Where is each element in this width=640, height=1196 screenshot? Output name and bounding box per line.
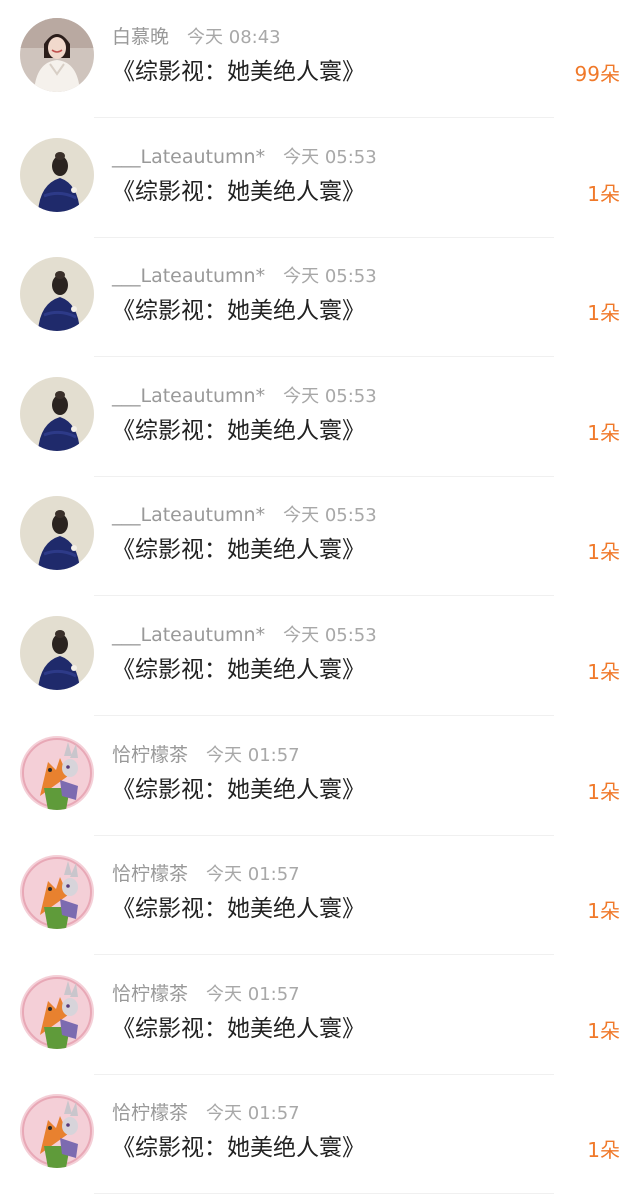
book-title[interactable]: 《综影视：她美绝人寰》: [112, 532, 365, 568]
divider: [94, 954, 554, 956]
flower-count: 1朵: [587, 779, 620, 804]
avatar[interactable]: [20, 1094, 94, 1169]
timestamp: 今天 01:57: [206, 1103, 300, 1125]
divider: [94, 715, 554, 716]
flower-count: 1朵: [587, 1138, 620, 1163]
timestamp: 今天 01:57: [206, 744, 300, 766]
divider: [94, 236, 554, 238]
book-title[interactable]: 《综影视：她美绝人寰》: [112, 413, 365, 449]
username[interactable]: 恰柠檬茶: [112, 744, 188, 766]
divider: [94, 1073, 554, 1075]
flower-count: 1朵: [587, 660, 620, 684]
timestamp: 今天 08:43: [187, 27, 281, 48]
avatar[interactable]: [20, 974, 94, 1049]
list-item[interactable]: ___Lateautumn* 今天 05:53 《综影视：她美绝人寰》 1朵: [0, 120, 640, 240]
list-item[interactable]: ___Lateautumn* 今天 05:53 《综影视：她美绝人寰》 1朵: [0, 239, 640, 359]
username[interactable]: ___Lateautumn*: [112, 504, 265, 526]
flower-count: 1朵: [587, 301, 620, 326]
divider: [94, 117, 554, 118]
avatar[interactable]: [20, 137, 94, 212]
divider: [94, 834, 554, 836]
divider: [94, 1193, 554, 1195]
list-item[interactable]: ___Lateautumn* 今天 05:53 《综影视：她美绝人寰》 1朵: [0, 359, 640, 479]
timestamp: 今天 05:53: [283, 266, 377, 288]
book-title[interactable]: 《综影视：她美绝人寰》: [112, 174, 365, 210]
book-title[interactable]: 《综影视：她美绝人寰》: [112, 293, 365, 329]
avatar[interactable]: [20, 616, 94, 690]
avatar[interactable]: [20, 496, 94, 571]
book-title[interactable]: 《综影视：她美绝人寰》: [112, 652, 365, 688]
book-title[interactable]: 《综影视：她美绝人寰》: [112, 772, 365, 808]
timestamp: 今天 01:57: [206, 983, 300, 1005]
item-meta: 恰柠檬茶 今天 01:57: [112, 1098, 300, 1128]
timestamp: 今天 05:53: [283, 625, 377, 646]
item-meta: ___Lateautumn* 今天 05:53: [112, 381, 377, 411]
item-meta: ___Lateautumn* 今天 05:53: [112, 142, 377, 172]
item-meta: 恰柠檬茶 今天 01:57: [112, 859, 300, 889]
timestamp: 今天 05:53: [283, 385, 377, 407]
flower-count: 99朵: [574, 62, 620, 86]
item-meta: 恰柠檬茶 今天 01:57: [112, 979, 300, 1009]
flower-count: 1朵: [587, 181, 620, 206]
divider: [94, 356, 554, 358]
gift-record-list: 白慕晚 今天 08:43 《综影视：她美绝人寰》 99朵 ___Lateautumn* 今…: [0, 0, 640, 1195]
flower-count: 1朵: [587, 420, 620, 445]
book-title[interactable]: 《综影视：她美绝人寰》: [112, 1130, 365, 1166]
flower-count: 1朵: [587, 1018, 620, 1043]
list-item[interactable]: 恰柠檬茶 今天 01:57 《综影视：她美绝人寰》 1朵: [0, 837, 640, 957]
list-item[interactable]: 恰柠檬茶 今天 01:57 《综影视：她美绝人寰》 1朵: [0, 957, 640, 1077]
list-item[interactable]: 白慕晚 今天 08:43 《综影视：她美绝人寰》 99朵: [0, 0, 640, 120]
timestamp: 今天 05:53: [283, 505, 377, 527]
book-title[interactable]: 《综影视：她美绝人寰》: [112, 54, 365, 90]
username[interactable]: 恰柠檬茶: [112, 863, 188, 885]
item-meta: 恰柠檬茶 今天 01:57: [112, 740, 300, 770]
flower-count: 1朵: [587, 540, 620, 565]
timestamp: 今天 01:57: [206, 864, 300, 886]
username[interactable]: ___Lateautumn*: [112, 624, 265, 646]
list-item[interactable]: ___Lateautumn* 今天 05:53 《综影视：她美绝人寰》 1朵: [0, 598, 640, 718]
avatar[interactable]: [20, 855, 94, 930]
item-meta: ___Lateautumn* 今天 05:53: [112, 500, 377, 530]
username[interactable]: 恰柠檬茶: [112, 983, 188, 1005]
list-item[interactable]: ___Lateautumn* 今天 05:53 《综影视：她美绝人寰》 1朵: [0, 478, 640, 598]
divider: [94, 595, 554, 597]
flower-count: 1朵: [587, 899, 620, 924]
avatar[interactable]: [20, 735, 94, 810]
list-item[interactable]: 恰柠檬茶 今天 01:57 《综影视：她美绝人寰》 1朵: [0, 1076, 640, 1196]
list-item[interactable]: 恰柠檬茶 今天 01:57 《综影视：她美绝人寰》 1朵: [0, 718, 640, 838]
username[interactable]: ___Lateautumn*: [112, 146, 265, 168]
item-meta: 白慕晚 今天 08:43: [112, 22, 281, 52]
divider: [94, 475, 554, 477]
item-meta: ___Lateautumn* 今天 05:53: [112, 620, 377, 650]
item-meta: ___Lateautumn* 今天 05:53: [112, 261, 377, 291]
username[interactable]: ___Lateautumn*: [112, 385, 265, 407]
book-title[interactable]: 《综影视：她美绝人寰》: [112, 891, 365, 927]
username[interactable]: 白慕晚: [112, 26, 169, 48]
avatar[interactable]: [20, 257, 94, 332]
username[interactable]: ___Lateautumn*: [112, 265, 265, 287]
avatar[interactable]: [20, 376, 94, 451]
timestamp: 今天 05:53: [283, 146, 377, 168]
username[interactable]: 恰柠檬茶: [112, 1102, 188, 1124]
book-title[interactable]: 《综影视：她美绝人寰》: [112, 1011, 365, 1047]
avatar[interactable]: [20, 18, 94, 92]
